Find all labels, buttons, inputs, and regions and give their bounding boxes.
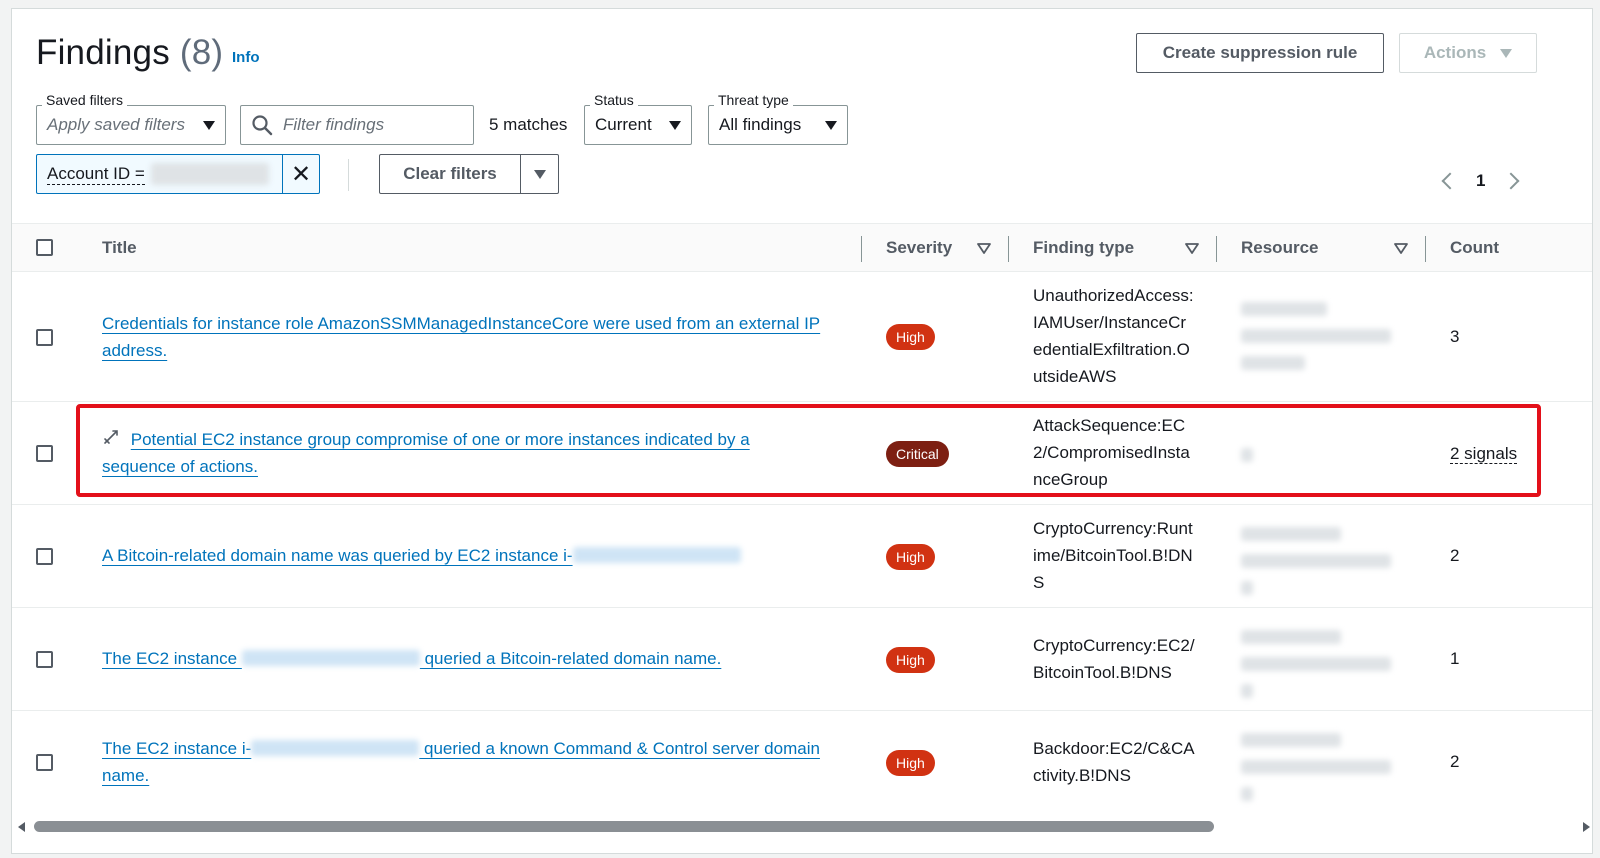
column-separator (1008, 236, 1009, 262)
column-title: Title (102, 238, 137, 257)
table-header: Title Severity Finding type Resource Cou… (12, 224, 1592, 272)
create-suppression-rule-button[interactable]: Create suppression rule (1136, 33, 1384, 73)
finding-count: 1 (1450, 649, 1460, 668)
caret-down-icon (825, 120, 837, 130)
page-title: Findings (8) (36, 33, 223, 73)
remove-filter-close-icon[interactable]: ✕ (283, 155, 319, 193)
status-select[interactable]: Current (584, 105, 692, 145)
severity-badge: High (886, 324, 935, 350)
row-checkbox[interactable] (36, 754, 53, 771)
chevron-right-icon[interactable] (1502, 172, 1520, 190)
chevron-left-icon[interactable] (1441, 172, 1459, 190)
token-label[interactable]: Account ID = (37, 155, 283, 193)
redacted-resource (1241, 733, 1391, 801)
finding-title-link[interactable]: Credentials for instance role AmazonSSMM… (102, 314, 820, 360)
caret-down-icon (533, 169, 546, 179)
severity-badge: High (886, 544, 935, 570)
clear-filters-split-button: Clear filters (379, 154, 559, 194)
row-checkbox[interactable] (36, 329, 53, 346)
row-checkbox[interactable] (36, 651, 53, 668)
scroll-left-arrow-icon[interactable] (18, 822, 25, 832)
redacted-instance-id (241, 650, 420, 666)
table-row: Credentials for instance role AmazonSSMM… (12, 272, 1592, 402)
finding-type: UnauthorizedAccess:IAMUser/InstanceCrede… (1033, 286, 1194, 386)
caret-down-icon (669, 120, 681, 130)
finding-type: Backdoor:EC2/C&CActivity.B!DNS (1033, 739, 1195, 785)
findings-count: (8) (179, 33, 224, 72)
column-separator (861, 236, 862, 262)
column-resource[interactable]: Resource (1241, 224, 1318, 272)
findings-panel: Findings (8) Info Create suppression rul… (11, 8, 1593, 854)
row-checkbox[interactable] (36, 548, 53, 565)
status-legend: Status (590, 92, 638, 108)
redacted-instance-id (572, 547, 741, 563)
account-id-filter-token: Account ID = ✕ (36, 154, 320, 194)
info-link[interactable]: Info (232, 49, 260, 66)
finding-title-link-suffix[interactable]: queried a Bitcoin-related domain name. (420, 649, 722, 668)
column-finding-type[interactable]: Finding type (1033, 224, 1134, 272)
redacted-account-id (150, 163, 269, 185)
finding-title: The EC2 instance queried a Bitcoin-relat… (102, 645, 842, 672)
saved-filters-placeholder: Apply saved filters (47, 115, 185, 134)
clear-filters-button[interactable]: Clear filters (380, 155, 521, 193)
finding-title: The EC2 instance i- queried a known Comm… (102, 735, 842, 789)
redacted-resource (1241, 630, 1391, 698)
sort-caret-icon[interactable] (977, 243, 991, 254)
divider (348, 159, 349, 191)
scroll-right-arrow-icon[interactable] (1583, 822, 1590, 832)
matches-count: 5 matches (489, 115, 568, 134)
threat-type-select[interactable]: All findings (708, 105, 848, 145)
highlight-box (76, 404, 1541, 497)
finding-title-link[interactable]: A Bitcoin-related domain name was querie… (102, 546, 573, 565)
sort-caret-icon[interactable] (1394, 243, 1408, 254)
actions-label: Actions (1423, 43, 1487, 62)
clear-filters-label: Clear filters (403, 164, 497, 183)
finding-title-link[interactable]: The EC2 instance (102, 649, 242, 668)
severity-badge: High (886, 647, 935, 673)
token-text: Account ID = (47, 163, 145, 185)
actions-button[interactable]: Actions (1399, 33, 1537, 73)
redacted-resource (1241, 302, 1391, 370)
finding-count: 3 (1450, 327, 1460, 346)
redacted-instance-id (251, 740, 420, 756)
threat-type-value: All findings (719, 115, 802, 134)
row-checkbox[interactable] (36, 445, 53, 462)
sort-caret-icon[interactable] (1185, 243, 1199, 254)
column-separator (1425, 236, 1426, 262)
table-row: A Bitcoin-related domain name was querie… (12, 505, 1592, 608)
finding-type: CryptoCurrency:EC2/BitcoinTool.B!DNS (1033, 636, 1195, 682)
finding-count: 2 (1450, 546, 1460, 565)
column-severity[interactable]: Severity (886, 224, 952, 272)
column-count: Count (1450, 238, 1500, 257)
table-row: The EC2 instance queried a Bitcoin-relat… (12, 608, 1592, 711)
caret-down-icon (203, 120, 215, 130)
finding-count: 2 (1450, 752, 1460, 771)
saved-filters-legend: Saved filters (42, 92, 128, 108)
page-title-text: Findings (36, 33, 170, 72)
finding-title-link[interactable]: The EC2 instance i- (102, 739, 251, 758)
pagination: 1 (1441, 171, 1520, 191)
clear-filters-dropdown[interactable] (521, 155, 558, 193)
status-value: Current (595, 115, 652, 134)
redacted-resource (1241, 527, 1391, 595)
saved-filters-select[interactable]: Apply saved filters (36, 105, 226, 145)
column-separator (1216, 236, 1217, 262)
scrollbar-thumb[interactable] (34, 821, 1214, 832)
caret-down-icon (1500, 48, 1513, 58)
horizontal-scrollbar[interactable] (12, 817, 1592, 837)
finding-title: A Bitcoin-related domain name was querie… (102, 542, 842, 569)
filter-findings-placeholder: Filter findings (283, 115, 385, 134)
filter-findings-input[interactable]: Filter findings (240, 105, 474, 145)
table-row: The EC2 instance i- queried a known Comm… (12, 711, 1592, 817)
page-number[interactable]: 1 (1476, 171, 1485, 191)
severity-badge: High (886, 750, 935, 776)
create-suppression-rule-label: Create suppression rule (1162, 43, 1358, 62)
select-all-checkbox[interactable] (36, 239, 53, 256)
finding-type: CryptoCurrency:Runtime/BitcoinTool.B!DNS (1033, 519, 1193, 592)
threat-type-legend: Threat type (714, 92, 793, 108)
search-icon (252, 115, 273, 136)
